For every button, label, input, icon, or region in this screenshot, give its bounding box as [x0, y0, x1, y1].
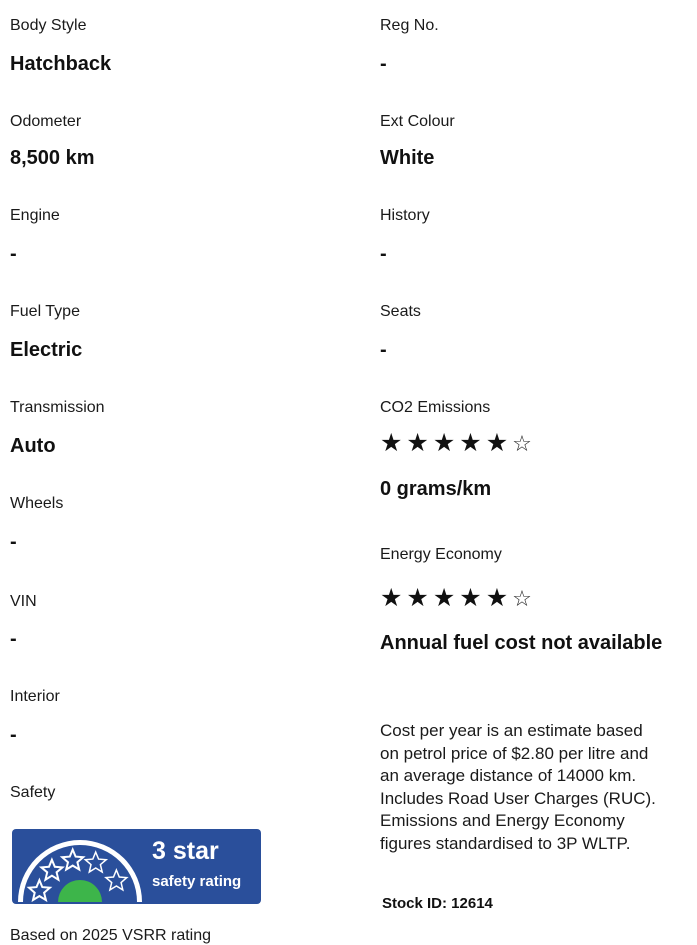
reg-no-value: -: [380, 53, 387, 75]
engine-value: -: [10, 243, 17, 265]
star-filled-icon: ★: [485, 429, 513, 457]
safety-badge-graphic: [12, 829, 261, 904]
ext-colour-value: White: [380, 147, 435, 169]
seats-label: Seats: [380, 303, 421, 320]
wheels-value: -: [10, 531, 17, 553]
body-style-value: Hatchback: [10, 53, 112, 75]
transmission-value: Auto: [10, 435, 56, 457]
co2-emissions-value: 0 grams/km: [380, 478, 492, 500]
star-filled-icon: ★: [406, 584, 433, 612]
body-style-label: Body Style: [10, 17, 87, 34]
stock-id: Stock ID: 12614: [382, 895, 493, 912]
wheels-label: Wheels: [10, 495, 64, 512]
star-outline-icon: ☆: [512, 586, 536, 611]
history-label: History: [380, 207, 430, 224]
fuel-type-value: Electric: [10, 339, 83, 361]
safety-badge-title: 3 star: [152, 837, 219, 865]
seats-value: -: [380, 339, 387, 361]
reg-no-label: Reg No.: [380, 17, 439, 34]
star-filled-icon: ★: [432, 584, 460, 612]
star-filled-icon: ★: [406, 429, 433, 457]
star-filled-icon: ★: [459, 584, 486, 612]
interior-label: Interior: [10, 688, 60, 705]
fuel-cost-note: Cost per year is an estimate based on pe…: [380, 721, 656, 853]
co2-emissions-label: CO2 Emissions: [380, 399, 491, 416]
star-outline-icon: ☆: [512, 431, 536, 456]
energy-economy-label: Energy Economy: [380, 546, 502, 563]
star-filled-icon: ★: [380, 584, 407, 612]
star-filled-icon: ★: [432, 429, 460, 457]
safety-rating-badge: 3 star safety rating: [12, 829, 261, 904]
ext-colour-label: Ext Colour: [380, 113, 455, 130]
safety-label: Safety: [10, 784, 56, 801]
safety-basis-text: Based on 2025 VSRR rating: [10, 927, 212, 944]
star-filled-icon: ★: [380, 429, 407, 457]
fuel-type-label: Fuel Type: [10, 303, 80, 320]
safety-badge-subtitle: safety rating: [152, 873, 242, 890]
vin-value: -: [10, 628, 17, 650]
history-value: -: [380, 243, 387, 265]
odometer-label: Odometer: [10, 113, 82, 130]
energy-economy-value: Annual fuel cost not available: [380, 632, 663, 654]
co2-star-rating: ★★★★★☆: [380, 431, 536, 456]
star-filled-icon: ★: [485, 584, 513, 612]
engine-label: Engine: [10, 207, 60, 224]
star-filled-icon: ★: [459, 429, 486, 457]
transmission-label: Transmission: [10, 399, 105, 416]
vin-label: VIN: [10, 593, 37, 610]
odometer-value: 8,500 km: [10, 147, 95, 169]
energy-star-rating: ★★★★★☆: [380, 586, 536, 611]
interior-value: -: [10, 724, 17, 746]
